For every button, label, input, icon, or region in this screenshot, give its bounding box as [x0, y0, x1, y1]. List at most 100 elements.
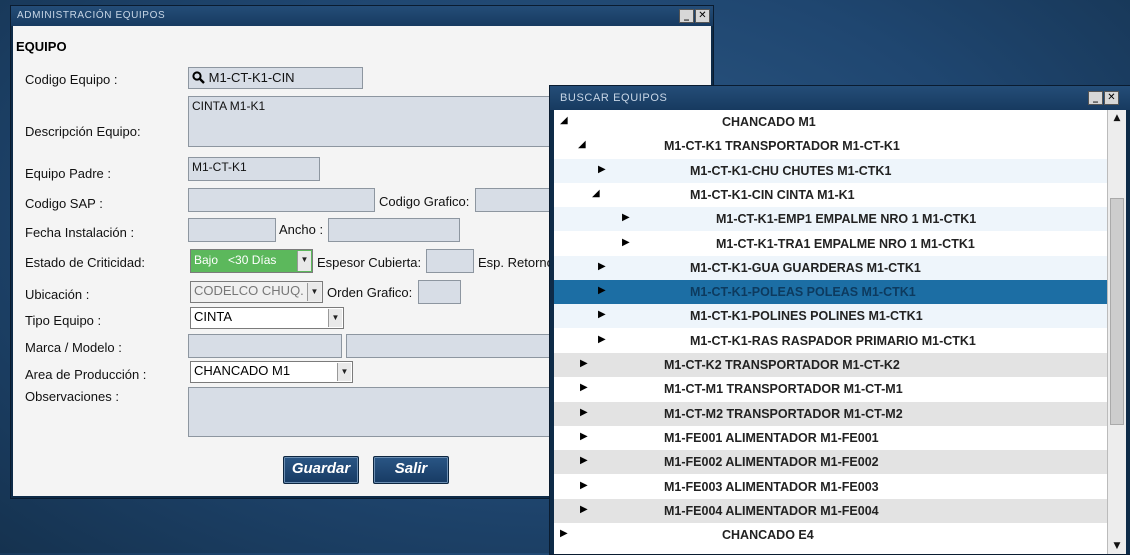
- tree-row[interactable]: ▶ M1-FE001 ALIMENTADOR M1-FE001: [554, 425, 1107, 450]
- expand-arrow-icon[interactable]: ▶: [598, 334, 606, 345]
- criticidad-value: Bajo <30 Días: [194, 253, 277, 267]
- observaciones-field[interactable]: [188, 387, 560, 437]
- codigo-equipo-label: Codigo Equipo :: [25, 72, 118, 87]
- tree-row-label: M1-FE002 ALIMENTADOR M1-FE002: [664, 455, 879, 470]
- expand-arrow-icon[interactable]: ▶: [598, 285, 606, 296]
- chevron-down-icon[interactable]: ▼: [328, 309, 342, 327]
- tree-row[interactable]: ▶ M1-CT-K2 TRANSPORTADOR M1-CT-K2: [554, 353, 1107, 377]
- criticidad-select[interactable]: Bajo <30 Días ▼: [190, 249, 313, 273]
- tree-row[interactable]: ▶ M1-FE003 ALIMENTADOR M1-FE003: [554, 474, 1107, 499]
- espesor-cubierta-label: Espesor Cubierta:: [317, 255, 422, 270]
- tree-row-label: M1-CT-K1 TRANSPORTADOR M1-CT-K1: [664, 139, 900, 154]
- codigo-sap-field[interactable]: [188, 188, 375, 212]
- tree-row-label: M1-CT-K1-TRA1 EMPALME NRO 1 M1-CTK1: [716, 236, 975, 251]
- tipo-equipo-select[interactable]: CINTA ▼: [190, 307, 344, 329]
- expand-arrow-icon[interactable]: ▶: [622, 237, 630, 248]
- tree-row[interactable]: ▶ M1-CT-M2 TRANSPORTADOR M1-CT-M2: [554, 401, 1107, 426]
- section-title: EQUIPO: [16, 39, 67, 54]
- espesor-cubierta-field[interactable]: [426, 249, 474, 273]
- expand-arrow-icon[interactable]: ▶: [580, 455, 588, 466]
- tipo-equipo-label: Tipo Equipo :: [25, 313, 102, 328]
- tree-row-label: M1-CT-K1-POLINES POLINES M1-CTK1: [690, 309, 923, 324]
- ubicacion-select[interactable]: CODELCO CHUQ. ▼: [190, 281, 323, 303]
- expand-arrow-icon[interactable]: ▶: [598, 261, 606, 272]
- orden-grafico-label: Orden Grafico:: [327, 285, 413, 300]
- tree-row-label: M1-CT-K2 TRANSPORTADOR M1-CT-K2: [664, 358, 900, 372]
- expand-arrow-icon[interactable]: ▶: [580, 358, 588, 369]
- tree-row[interactable]: ◢ M1-CT-K1 TRANSPORTADOR M1-CT-K1: [554, 134, 1107, 159]
- guardar-button[interactable]: Guardar: [283, 456, 359, 484]
- marca-field[interactable]: [188, 334, 342, 358]
- minimize-icon[interactable]: _: [1088, 91, 1103, 105]
- ancho-field[interactable]: [328, 218, 460, 242]
- minimize-icon[interactable]: _: [679, 9, 694, 23]
- area-produccion-select[interactable]: CHANCADO M1 ▼: [190, 361, 353, 383]
- tree-row[interactable]: ▶ M1-CT-K1-POLEAS POLEAS M1-CTK1: [554, 280, 1107, 305]
- scroll-down-icon[interactable]: ▼: [1108, 538, 1126, 554]
- expand-arrow-icon[interactable]: ▶: [560, 528, 568, 539]
- expand-arrow-icon[interactable]: ▶: [580, 382, 588, 393]
- tree-row[interactable]: ▶ M1-CT-M1 TRANSPORTADOR M1-CT-M1: [554, 377, 1107, 402]
- expand-arrow-icon[interactable]: ▶: [580, 407, 588, 418]
- collapse-arrow-icon[interactable]: ◢: [592, 188, 600, 199]
- tree-row[interactable]: ▶ M1-CT-K1-TRA1 EMPALME NRO 1 M1-CTK1: [554, 231, 1107, 256]
- fecha-instalacion-field[interactable]: [188, 218, 276, 242]
- tree-row[interactable]: ▶ M1-CT-K1-POLINES POLINES M1-CTK1: [554, 304, 1107, 329]
- search-icon[interactable]: [192, 71, 205, 84]
- tree-row[interactable]: ▶ M1-CT-K1-CHU CHUTES M1-CTK1: [554, 158, 1107, 183]
- tree-row[interactable]: ▶ M1-CT-K1-EMP1 EMPALME NRO 1 M1-CTK1: [554, 207, 1107, 232]
- tree-row-label: M1-CT-K1-POLEAS POLEAS M1-CTK1: [690, 285, 916, 300]
- tree-scrollbar[interactable]: ▲ ▼: [1107, 110, 1126, 554]
- collapse-arrow-icon[interactable]: ◢: [578, 139, 586, 150]
- tipo-equipo-value: CINTA: [194, 309, 233, 324]
- search-window-titlebar[interactable]: BUSCAR EQUIPOS _ ✕: [550, 86, 1130, 110]
- codigo-equipo-value: M1-CT-K1-CIN: [208, 70, 295, 85]
- expand-arrow-icon[interactable]: ▶: [598, 309, 606, 320]
- codigo-grafico-field[interactable]: [475, 188, 560, 212]
- estado-criticidad-label: Estado de Criticidad:: [25, 255, 145, 270]
- esp-retorno-label: Esp. Retorno: [478, 255, 554, 270]
- modelo-field[interactable]: [346, 334, 560, 358]
- tree-row-label: CHANCADO E4: [722, 528, 814, 543]
- tree-row[interactable]: ▶ M1-CT-K1-RAS RASPADOR PRIMARIO M1-CTK1: [554, 328, 1107, 353]
- tree-row[interactable]: ◢ CHANCADO M1: [554, 110, 1107, 134]
- admin-window-title: ADMINISTRACIÓN EQUIPOS: [17, 10, 166, 21]
- equipo-padre-label: Equipo Padre :: [25, 166, 112, 181]
- tree-row-label: M1-FE003 ALIMENTADOR M1-FE003: [664, 479, 879, 494]
- collapse-arrow-icon[interactable]: ◢: [560, 115, 568, 126]
- observaciones-label: Observaciones :: [25, 389, 119, 404]
- codigo-equipo-field[interactable]: M1-CT-K1-CIN: [188, 67, 363, 89]
- expand-arrow-icon[interactable]: ▶: [580, 504, 588, 515]
- tree-row-label: M1-CT-K1-RAS RASPADOR PRIMARIO M1-CTK1: [690, 333, 976, 348]
- chevron-down-icon[interactable]: ▼: [297, 251, 311, 271]
- expand-arrow-icon[interactable]: ▶: [598, 164, 606, 175]
- tree-row[interactable]: ▶ M1-FE002 ALIMENTADOR M1-FE002: [554, 450, 1107, 475]
- tree-row[interactable]: ◢ M1-CT-K1-CIN CINTA M1-K1: [554, 182, 1107, 207]
- close-icon[interactable]: ✕: [1104, 91, 1119, 105]
- tree-row-label: CHANCADO M1: [722, 115, 816, 129]
- chevron-down-icon[interactable]: ▼: [337, 363, 351, 381]
- tree-row-label: M1-FE001 ALIMENTADOR M1-FE001: [664, 430, 879, 445]
- chevron-down-icon[interactable]: ▼: [307, 283, 321, 301]
- expand-arrow-icon[interactable]: ▶: [580, 431, 588, 442]
- salir-button[interactable]: Salir: [373, 456, 449, 484]
- scroll-up-icon[interactable]: ▲: [1108, 110, 1126, 126]
- marca-modelo-label: Marca / Modelo :: [25, 340, 122, 355]
- tree-row[interactable]: ▶ M1-FE004 ALIMENTADOR M1-FE004: [554, 498, 1107, 523]
- expand-arrow-icon[interactable]: ▶: [580, 480, 588, 491]
- close-icon[interactable]: ✕: [695, 9, 710, 23]
- ubicacion-value: CODELCO CHUQ.: [194, 283, 304, 298]
- tree-row-label: M1-CT-K1-EMP1 EMPALME NRO 1 M1-CTK1: [716, 212, 977, 227]
- admin-window-titlebar[interactable]: ADMINISTRACIÓN EQUIPOS _ ✕: [11, 6, 713, 26]
- tree-row-label: M1-CT-K1-CHU CHUTES M1-CTK1: [690, 163, 892, 178]
- buscar-equipos-window: BUSCAR EQUIPOS _ ✕ ◢ CHANCADO M1 ◢ M1-CT-K1…: [549, 85, 1130, 555]
- orden-grafico-field[interactable]: [418, 280, 461, 304]
- tree-row-label: M1-CT-K1-GUA GUARDERAS M1-CTK1: [690, 260, 921, 275]
- fecha-instalacion-label: Fecha Instalación :: [25, 225, 135, 240]
- tree-row[interactable]: ▶ M1-CT-K1-GUA GUARDERAS M1-CTK1: [554, 255, 1107, 280]
- expand-arrow-icon[interactable]: ▶: [622, 212, 630, 223]
- descripcion-field[interactable]: CINTA M1-K1: [188, 96, 560, 147]
- tree-row[interactable]: ▶ CHANCADO E4: [554, 523, 1107, 548]
- scrollbar-thumb[interactable]: [1110, 198, 1124, 425]
- equipo-padre-field[interactable]: M1-CT-K1: [188, 157, 320, 181]
